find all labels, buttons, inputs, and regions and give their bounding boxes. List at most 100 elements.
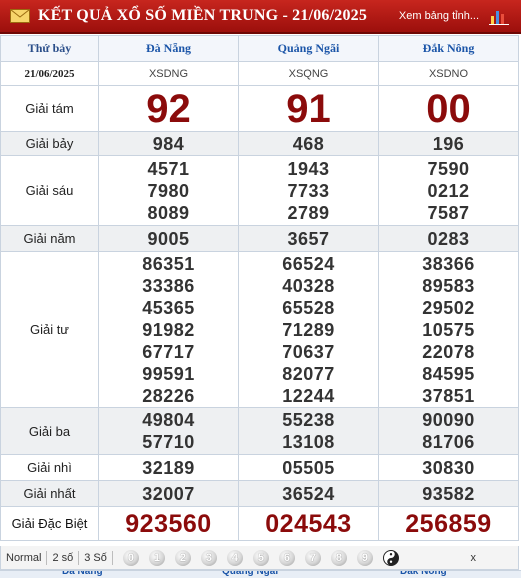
prize-number: 0283 [427, 228, 470, 249]
prize-number: 37851 [422, 385, 475, 406]
digit-4-button[interactable]: 4 [226, 549, 243, 566]
prize-number: 86351 [142, 253, 195, 274]
prize-number: 10575 [422, 319, 475, 340]
province-code-quangngai: XSQNG [238, 61, 379, 86]
prize-special-daknong-cell: 256859 [378, 506, 519, 541]
prize-5-label: Giải năm [0, 225, 99, 252]
prize-4-danang-cell: 86351 33386 45365 91982 67717 99591 28226 [98, 251, 239, 408]
prize-7-row: Giải bảy 984 468 196 [0, 131, 519, 156]
draw-date: 21/06/2025 [0, 61, 99, 86]
prize-number: 66524 [282, 253, 335, 274]
prize-6-quangngai-cell: 1943 7733 2789 [238, 155, 379, 226]
prize-number: 99591 [142, 363, 195, 384]
prize-number: 923560 [125, 509, 212, 538]
prize-number: 468 [292, 133, 325, 154]
next-province-1: Đà Nẵng [62, 570, 103, 577]
next-province-2: Quảng Ngãi [222, 570, 279, 577]
prize-5-danang-cell: 9005 [98, 225, 239, 252]
yin-yang-icon[interactable] [382, 549, 399, 566]
prize-2-label: Giải nhì [0, 454, 99, 481]
prize-7-danang-cell: 984 [98, 131, 239, 156]
province-code-row: 21/06/2025 XSDNG XSQNG XSDNO [0, 61, 519, 86]
prize-7-label: Giải bảy [0, 131, 99, 156]
digit-9-button[interactable]: 9 [356, 549, 373, 566]
prize-number: 90090 [422, 410, 475, 430]
prize-number: 36524 [282, 483, 335, 504]
prize-number: 91982 [142, 319, 195, 340]
prize-number: 196 [432, 133, 465, 154]
mode-3-digits-button[interactable]: 3 Số [79, 550, 112, 566]
prize-number: 57710 [142, 432, 195, 452]
prize-4-quangngai-cell: 66524 40328 65528 71289 70637 82077 12244 [238, 251, 379, 408]
province-name-danang[interactable]: Đà Nẵng [98, 35, 239, 62]
mode-normal-button[interactable]: Normal [1, 550, 46, 566]
prize-number: 22078 [422, 341, 475, 362]
prize-4-label: Giải tư [0, 251, 99, 408]
prize-number: 32007 [142, 483, 195, 504]
prize-8-quangngai-cell: 91 [238, 85, 379, 132]
prize-5-quangngai-cell: 3657 [238, 225, 379, 252]
digit-3-button[interactable]: 3 [200, 549, 217, 566]
prize-1-row: Giải nhất 32007 36524 93582 [0, 480, 519, 507]
digit-0-button[interactable]: 0 [122, 549, 139, 566]
prize-4-daknong-cell: 38366 89583 29502 10575 22078 84595 37851 [378, 251, 519, 408]
prize-6-daknong-cell: 7590 0212 7587 [378, 155, 519, 226]
prize-number: 7590 [427, 158, 470, 179]
prize-number: 40328 [282, 275, 335, 296]
prize-number: 33386 [142, 275, 195, 296]
prize-6-danang-cell: 4571 7980 8089 [98, 155, 239, 226]
prize-number: 55238 [282, 410, 335, 430]
prize-number: 84595 [422, 363, 475, 384]
prize-8-label: Giải tám [0, 85, 99, 132]
page-title: KẾT QUẢ XỔ SỐ MIỀN TRUNG - 21/06/2025 [38, 7, 368, 24]
prize-special-label: Giải Đặc Biệt [0, 506, 99, 541]
prize-number: 49804 [142, 410, 195, 430]
prize-8-daknong-cell: 00 [378, 85, 519, 132]
prize-number: 12244 [282, 385, 335, 406]
prize-number: 93582 [422, 483, 475, 504]
digit-7-button[interactable]: 7 [304, 549, 321, 566]
prize-number: 45365 [142, 297, 195, 318]
prize-3-daknong-cell: 90090 81706 [378, 407, 519, 455]
prize-number: 256859 [405, 509, 492, 538]
prize-number: 05505 [282, 457, 335, 478]
province-name-quangngai[interactable]: Quảng Ngãi [238, 35, 379, 62]
prize-number: 38366 [422, 253, 475, 274]
prize-special-quangngai-cell: 024543 [238, 506, 379, 541]
prize-3-label: Giải ba [0, 407, 99, 455]
prize-number: 3657 [287, 228, 330, 249]
digit-8-button[interactable]: 8 [330, 549, 347, 566]
digit-1-button[interactable]: 1 [148, 549, 165, 566]
prize-special-row: Giải Đặc Biệt 923560 024543 256859 [0, 506, 519, 541]
prize-3-quangngai-cell: 55238 13108 [238, 407, 379, 455]
bar-chart-icon[interactable] [489, 7, 509, 25]
prize-2-daknong-cell: 30830 [378, 454, 519, 481]
prize-2-row: Giải nhì 32189 05505 30830 [0, 454, 519, 481]
prize-number: 13108 [282, 432, 335, 452]
digit-2-button[interactable]: 2 [174, 549, 191, 566]
prize-1-danang-cell: 32007 [98, 480, 239, 507]
digit-6-button[interactable]: 6 [278, 549, 295, 566]
prize-number: 30830 [422, 457, 475, 478]
prize-number: 92 [146, 86, 191, 131]
weekday-label: Thứ bảy [0, 35, 99, 62]
number-filter-toolbar: Normal 2 số 3 Số 0123456789 x [0, 546, 519, 570]
mode-2-digits-button[interactable]: 2 số [47, 550, 78, 566]
prize-number: 8089 [147, 202, 190, 223]
prize-number: 67717 [142, 341, 195, 362]
prize-number: 4571 [147, 158, 190, 179]
close-toolbar-button[interactable]: x [471, 552, 477, 564]
prize-2-danang-cell: 32189 [98, 454, 239, 481]
province-header-row: Thứ bảy Đà Nẵng Quảng Ngãi Đắk Nông [0, 35, 519, 62]
prize-number: 89583 [422, 275, 475, 296]
view-province-table-link[interactable]: Xem bảng tỉnh... [399, 10, 479, 22]
prize-4-row: Giải tư 86351 33386 45365 91982 67717 99591 282… [0, 251, 519, 408]
digit-5-button[interactable]: 5 [252, 549, 269, 566]
prize-number: 32189 [142, 457, 195, 478]
province-name-daknong[interactable]: Đắk Nông [378, 35, 519, 62]
prize-number: 1943 [287, 158, 330, 179]
prize-number: 91 [286, 86, 331, 131]
prize-number: 28226 [142, 385, 195, 406]
mail-icon [10, 9, 30, 23]
prize-number: 7733 [287, 180, 330, 201]
